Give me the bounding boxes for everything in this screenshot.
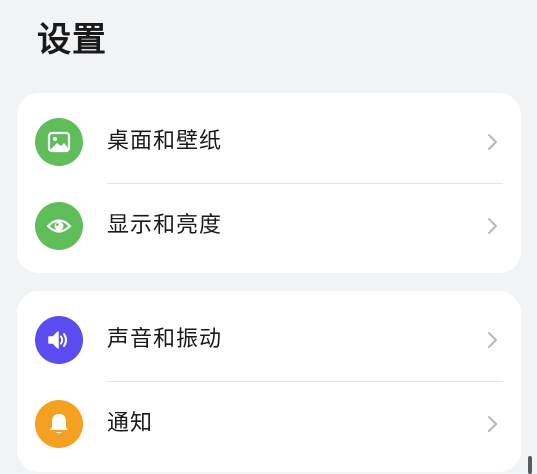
settings-item-wallpaper[interactable]: 桌面和壁纸 bbox=[17, 100, 521, 184]
chevron-right-icon bbox=[488, 218, 497, 234]
scrollbar[interactable] bbox=[528, 456, 532, 474]
chevron-right-icon bbox=[488, 134, 497, 150]
chevron-right-icon bbox=[488, 416, 497, 432]
settings-item-notifications[interactable]: 通知 bbox=[17, 382, 521, 466]
settings-group-display: 桌面和壁纸 显示和亮度 bbox=[17, 93, 521, 273]
settings-item-label: 声音和振动 bbox=[107, 327, 223, 352]
wallpaper-image-icon bbox=[35, 118, 83, 166]
chevron-right-icon bbox=[488, 332, 497, 348]
page-title: 设置 bbox=[37, 20, 107, 60]
settings-item-label: 通知 bbox=[107, 411, 154, 436]
settings-item-label: 桌面和壁纸 bbox=[107, 129, 223, 154]
speaker-icon bbox=[35, 316, 83, 364]
bell-icon bbox=[35, 400, 83, 448]
eye-icon bbox=[35, 202, 83, 250]
settings-group-sound: 声音和振动 通知 bbox=[17, 291, 521, 472]
settings-item-label: 显示和亮度 bbox=[107, 213, 223, 238]
settings-item-sound[interactable]: 声音和振动 bbox=[17, 298, 521, 382]
settings-item-display[interactable]: 显示和亮度 bbox=[17, 184, 521, 268]
